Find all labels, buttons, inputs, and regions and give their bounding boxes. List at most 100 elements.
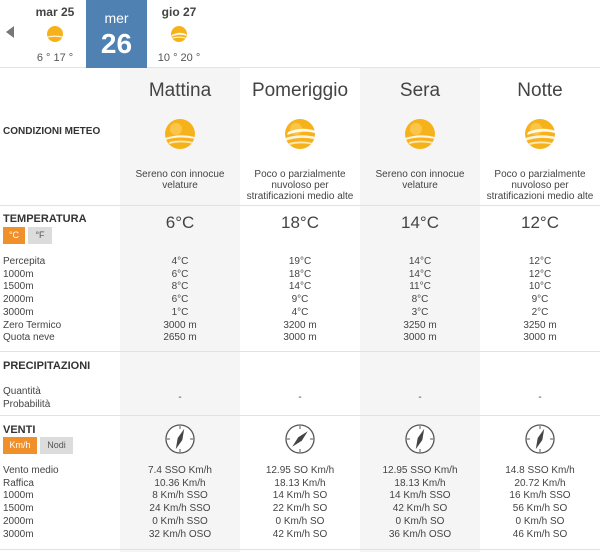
temperature-row-value: 3000 m bbox=[163, 319, 197, 331]
wind-row-value: 56 Km/h SO bbox=[512, 503, 568, 515]
wind-row-label: 3000m bbox=[3, 528, 34, 540]
wind-row-label: 2000m bbox=[3, 515, 34, 527]
conditions-label: CONDIZIONI METEO bbox=[3, 126, 101, 137]
temperature-row-label: Quota neve bbox=[3, 332, 55, 344]
temperature-row-value: 8°C bbox=[411, 294, 429, 306]
condition-description-afternoon: Poco o parzialmente nuvoloso per stratif… bbox=[246, 169, 354, 202]
divider bbox=[0, 415, 600, 416]
sun-partly-cloudy-icon bbox=[171, 26, 187, 42]
temperature-row-label: 1000m bbox=[3, 268, 34, 280]
temperature-row-value: 14°C bbox=[408, 256, 432, 267]
wind-row-value: 0 Km/h SO bbox=[515, 515, 565, 527]
unit-fahrenheit-button[interactable]: °F bbox=[28, 227, 52, 244]
precip-value-evening: - bbox=[418, 392, 422, 403]
wind-row-value: 46 Km/h SO bbox=[512, 528, 568, 540]
day-next-temps: 10 ° 20 ° bbox=[157, 52, 201, 64]
temperature-row-value: 19°C bbox=[288, 256, 312, 267]
wind-row-value: 36 Km/h OSO bbox=[388, 528, 452, 540]
temperature-title: TEMPERATURA bbox=[3, 213, 87, 225]
previous-arrow-icon[interactable] bbox=[6, 26, 14, 38]
temperature-row-label: 2000m bbox=[3, 294, 34, 306]
day-selected-number: 26 bbox=[100, 28, 133, 59]
temperature-row-label: 3000m bbox=[3, 306, 34, 318]
wind-compass-icon bbox=[405, 424, 435, 454]
temperature-row-label: Percepita bbox=[3, 256, 46, 267]
wind-row-value: 8 Km/h SSO bbox=[152, 490, 208, 502]
unit-kmh-button[interactable]: Km/h bbox=[3, 437, 37, 454]
wind-row-label: Vento medio bbox=[3, 465, 59, 476]
precipitation-title: PRECIPITAZIONI bbox=[3, 360, 91, 372]
temperature-row-value: 9°C bbox=[291, 294, 309, 306]
wind-row-value: 14 Km/h SO bbox=[272, 490, 328, 502]
temperature-row-value: 6°C bbox=[171, 268, 189, 280]
wind-row-value: 16 Km/h SSO bbox=[509, 490, 571, 502]
precip-value-morning: - bbox=[178, 392, 182, 403]
wind-row-value: 0 Km/h SO bbox=[395, 515, 445, 527]
wind-row-value: 10.36 Km/h bbox=[154, 477, 206, 489]
temperature-row-value: 4°C bbox=[291, 306, 309, 318]
unit-celsius-button[interactable]: °C bbox=[3, 227, 25, 244]
temperature-row-value: 2°C bbox=[531, 306, 549, 318]
temperature-row-value: 3000 m bbox=[403, 332, 437, 344]
forecast-table: Mattina Pomeriggio Sera Notte CONDIZIONI… bbox=[0, 68, 600, 552]
period-header-afternoon: Pomeriggio bbox=[251, 80, 349, 101]
temperature-row-value: 2650 m bbox=[163, 332, 197, 344]
period-header-night: Notte bbox=[517, 80, 563, 101]
wind-row-value: 42 Km/h SO bbox=[272, 528, 328, 540]
temperature-row-value: 3250 m bbox=[403, 319, 437, 331]
wind-row-value: 24 Km/h SSO bbox=[149, 503, 211, 515]
divider bbox=[0, 351, 600, 352]
day-prev-temps: 6 ° 17 ° bbox=[36, 52, 74, 64]
temperature-row-label: Zero Termico bbox=[3, 319, 62, 331]
day-selected[interactable]: mer 26 bbox=[86, 0, 147, 68]
sun-veiled-icon bbox=[165, 119, 195, 149]
temperature-row-label: 1500m bbox=[3, 281, 34, 293]
row-label-probability: Probabilità bbox=[3, 399, 51, 410]
wind-row-value: 32 Km/h OSO bbox=[148, 528, 212, 540]
temperature-row-value: 14°C bbox=[408, 268, 432, 280]
temp-main-morning: 6°C bbox=[165, 213, 195, 232]
wind-title: VENTI bbox=[3, 424, 36, 436]
temperature-row-value: 3250 m bbox=[523, 319, 557, 331]
precip-value-night: - bbox=[538, 392, 542, 403]
temperature-row-value: 18°C bbox=[288, 268, 312, 280]
sun-veiled-icon bbox=[46, 26, 64, 42]
temperature-row-value: 6°C bbox=[171, 294, 189, 306]
day-next[interactable]: gio 27 10 ° 20 ° bbox=[148, 0, 210, 68]
day-prev-label: mar 25 bbox=[35, 5, 75, 19]
day-prev[interactable]: mar 25 6 ° 17 ° bbox=[24, 0, 86, 68]
temperature-row-value: 14°C bbox=[288, 281, 312, 293]
condition-description-night: Poco o parzialmente nuvoloso per stratif… bbox=[486, 169, 594, 202]
temperature-row-value: 4°C bbox=[171, 256, 189, 267]
wind-row-label: 1000m bbox=[3, 490, 34, 502]
wind-row-value: 0 Km/h SSO bbox=[152, 515, 208, 527]
temp-main-afternoon: 18°C bbox=[281, 213, 319, 232]
temp-main-night: 12°C bbox=[521, 213, 559, 232]
temperature-row-value: 9°C bbox=[531, 294, 549, 306]
temperature-row-value: 12°C bbox=[528, 256, 552, 267]
wind-row-value: 0 Km/h SO bbox=[275, 515, 325, 527]
sun-partly-cloudy-icon bbox=[285, 119, 317, 149]
condition-description-evening: Sereno con innocue velature bbox=[375, 169, 465, 191]
wind-row-value: 20.72 Km/h bbox=[514, 477, 566, 489]
wind-row-label: 1500m bbox=[3, 503, 34, 515]
sun-partly-cloudy-icon bbox=[525, 119, 557, 149]
wind-row-value: 14 Km/h SSO bbox=[389, 490, 451, 502]
wind-row-value: 7.4 SSO Km/h bbox=[148, 465, 212, 476]
temp-main-evening: 14°C bbox=[401, 213, 439, 232]
temperature-row-value: 12°C bbox=[528, 268, 552, 280]
temperature-row-value: 3000 m bbox=[523, 332, 557, 344]
sun-veiled-icon bbox=[405, 119, 435, 149]
wind-row-value: 22 Km/h SO bbox=[272, 503, 328, 515]
divider bbox=[0, 205, 600, 206]
day-selector: mar 25 6 ° 17 ° mer 26 gio 27 10 ° 20 ° bbox=[0, 0, 600, 68]
wind-row-value: 14.8 SSO Km/h bbox=[505, 465, 575, 476]
condition-description-morning: Sereno con innocue velature bbox=[135, 169, 225, 191]
row-label-quantity: Quantità bbox=[3, 386, 41, 397]
temperature-row-value: 1°C bbox=[171, 306, 189, 318]
temperature-row-value: 3000 m bbox=[283, 332, 317, 344]
period-header-evening: Sera bbox=[399, 80, 441, 101]
wind-row-value: 18.13 Km/h bbox=[274, 477, 326, 489]
wind-row-value: 12.95 SSO Km/h bbox=[382, 465, 458, 476]
unit-knots-button[interactable]: Nodi bbox=[40, 437, 73, 454]
